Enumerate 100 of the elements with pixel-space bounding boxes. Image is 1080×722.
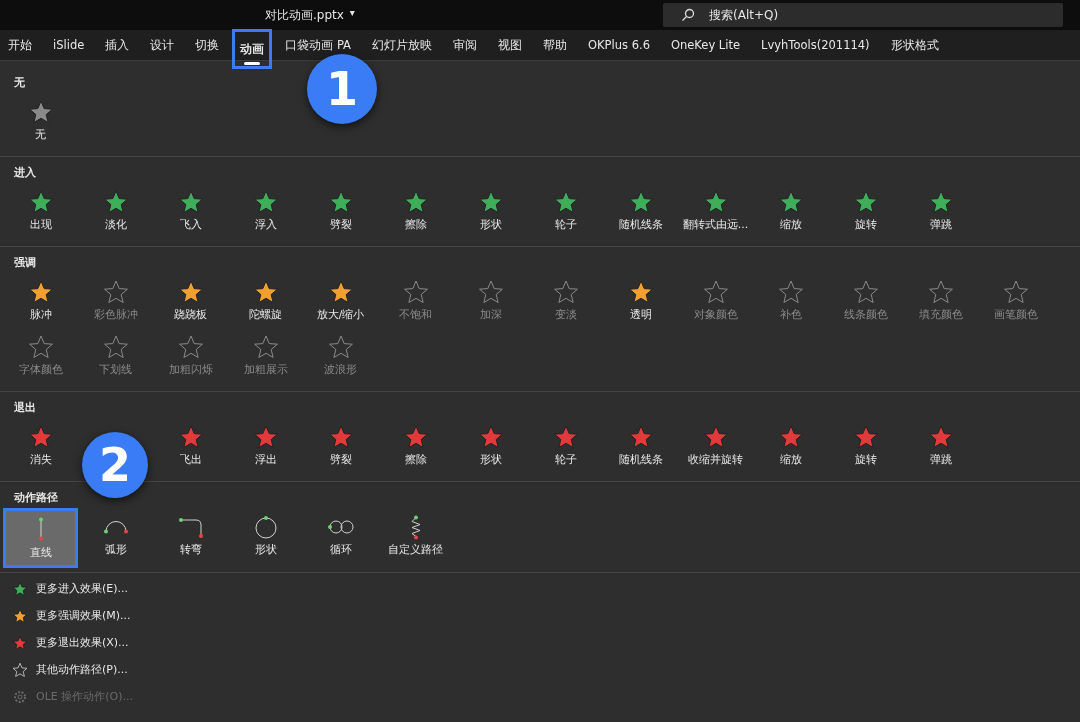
animation-item[interactable]: 擦除 xyxy=(378,183,453,238)
menu-item[interactable]: 更多退出效果(X)... xyxy=(0,629,1080,656)
menu-item[interactable]: 更多强调效果(M)... xyxy=(0,602,1080,629)
ribbon-tab[interactable]: OKPlus 6.6 xyxy=(580,34,658,56)
star-icon xyxy=(177,334,204,360)
animation-item[interactable]: 弹跳 xyxy=(903,183,978,238)
star-icon xyxy=(402,189,429,215)
animation-item[interactable]: 跷跷板 xyxy=(153,273,228,328)
star-icon xyxy=(702,424,729,450)
star-icon xyxy=(27,279,54,305)
star-icon xyxy=(702,279,729,305)
animation-item[interactable]: 飞出 xyxy=(153,418,228,473)
circle-path-icon xyxy=(252,514,279,540)
ribbon-tab[interactable]: 动画 xyxy=(232,29,273,69)
star-icon xyxy=(927,424,954,450)
animation-item[interactable]: 脉冲 xyxy=(3,273,78,328)
star-icon xyxy=(552,279,579,305)
star-icon xyxy=(1002,279,1029,305)
ribbon-tab[interactable]: LvyhTools(201114) xyxy=(753,34,878,56)
animation-item[interactable]: 直线 xyxy=(3,508,78,568)
animation-item[interactable]: 淡化 xyxy=(78,183,153,238)
animation-item[interactable]: 随机线条 xyxy=(603,183,678,238)
ribbon-tab[interactable]: 审阅 xyxy=(445,34,485,56)
menu-item[interactable]: 其他动作路径(P)... xyxy=(0,656,1080,683)
star-icon xyxy=(702,189,729,215)
ribbon-tab[interactable]: 设计 xyxy=(142,34,183,56)
star-icon xyxy=(777,424,804,450)
star-icon xyxy=(12,580,28,597)
animation-item[interactable]: 弹跳 xyxy=(903,418,978,473)
animation-item[interactable]: 劈裂 xyxy=(303,418,378,473)
ribbon-tab[interactable]: iSlide xyxy=(45,34,93,56)
ribbon-tab[interactable]: 视图 xyxy=(490,34,530,56)
animation-item[interactable]: 随机线条 xyxy=(603,418,678,473)
star-icon xyxy=(777,189,804,215)
star-icon xyxy=(327,189,354,215)
animation-item[interactable]: 透明 xyxy=(603,273,678,328)
animation-item[interactable]: 弧形 xyxy=(78,508,153,563)
menu-item[interactable]: 更多进入效果(E)... xyxy=(0,575,1080,602)
star-icon xyxy=(327,334,354,360)
star-icon xyxy=(252,424,279,450)
star-icon xyxy=(627,279,654,305)
animation-item[interactable]: 劈裂 xyxy=(303,183,378,238)
ribbon-tab[interactable]: 形状格式 xyxy=(882,34,947,56)
gear-icon xyxy=(12,688,28,705)
animation-item[interactable]: 轮子 xyxy=(528,183,603,238)
star-icon xyxy=(12,607,28,624)
ribbon-tab[interactable]: 插入 xyxy=(97,34,138,56)
section-header: 退出 xyxy=(14,401,36,414)
star-icon xyxy=(102,189,129,215)
star-icon xyxy=(27,424,54,450)
star-icon xyxy=(552,189,579,215)
ribbon-tab[interactable]: 开始 xyxy=(0,34,40,56)
ribbon-tab[interactable]: 切换 xyxy=(187,34,228,56)
star-icon xyxy=(927,279,954,305)
animation-item[interactable]: 轮子 xyxy=(528,418,603,473)
animation-item[interactable]: 转弯 xyxy=(153,508,228,563)
ribbon-tab[interactable]: OneKey Lite xyxy=(662,34,749,56)
section-header: 无 xyxy=(14,76,25,89)
animation-item[interactable]: 形状 xyxy=(453,418,528,473)
callout-badge: 2 xyxy=(82,432,148,498)
animation-item[interactable]: 飞入 xyxy=(153,183,228,238)
animation-item[interactable]: 旋转 xyxy=(828,183,903,238)
animation-item[interactable]: 浮入 xyxy=(228,183,303,238)
animation-item[interactable]: 出现 xyxy=(3,183,78,238)
star-icon xyxy=(402,424,429,450)
star-icon xyxy=(477,279,504,305)
file-name: 对比动画.pptx xyxy=(265,7,344,24)
search-icon xyxy=(681,8,695,22)
dropdown-arrow[interactable]: ▾ xyxy=(349,7,355,24)
star-icon xyxy=(777,279,804,305)
search-field[interactable]: 搜索(Alt+Q) xyxy=(663,3,1063,27)
animation-item[interactable]: 放大/缩小 xyxy=(303,273,378,328)
animation-item[interactable]: 缩放 xyxy=(753,418,828,473)
animation-item[interactable]: 无 xyxy=(3,93,78,148)
section-header: 进入 xyxy=(14,166,36,179)
star-icon xyxy=(477,189,504,215)
animation-item[interactable]: 自定义路径 xyxy=(378,508,453,563)
animation-item[interactable]: 消失 xyxy=(3,418,78,473)
star-icon xyxy=(252,334,279,360)
animation-item[interactable]: 旋转 xyxy=(828,418,903,473)
ribbon-tab[interactable]: 帮助 xyxy=(535,34,575,56)
animation-item[interactable]: 收缩并旋转 xyxy=(678,418,753,473)
callout-badge: 1 xyxy=(307,54,377,124)
animation-item[interactable]: 形状 xyxy=(228,508,303,563)
star-icon xyxy=(327,424,354,450)
animation-item[interactable]: 形状 xyxy=(453,183,528,238)
animation-item[interactable]: 翻转式由远... xyxy=(678,183,753,238)
animation-item[interactable]: 缩放 xyxy=(753,183,828,238)
star-icon xyxy=(927,189,954,215)
star-icon xyxy=(12,661,28,678)
animation-item[interactable]: 擦除 xyxy=(378,418,453,473)
animation-item[interactable]: 循环 xyxy=(303,508,378,563)
star-icon xyxy=(102,279,129,305)
star-icon xyxy=(327,279,354,305)
star-icon xyxy=(852,279,879,305)
ribbon-tab[interactable]: 幻灯片放映 xyxy=(364,34,440,56)
star-icon xyxy=(177,424,204,450)
animation-item[interactable]: 浮出 xyxy=(228,418,303,473)
animation-item[interactable]: 陀螺旋 xyxy=(228,273,303,328)
ribbon-tab[interactable]: 口袋动画 PA xyxy=(277,34,359,56)
